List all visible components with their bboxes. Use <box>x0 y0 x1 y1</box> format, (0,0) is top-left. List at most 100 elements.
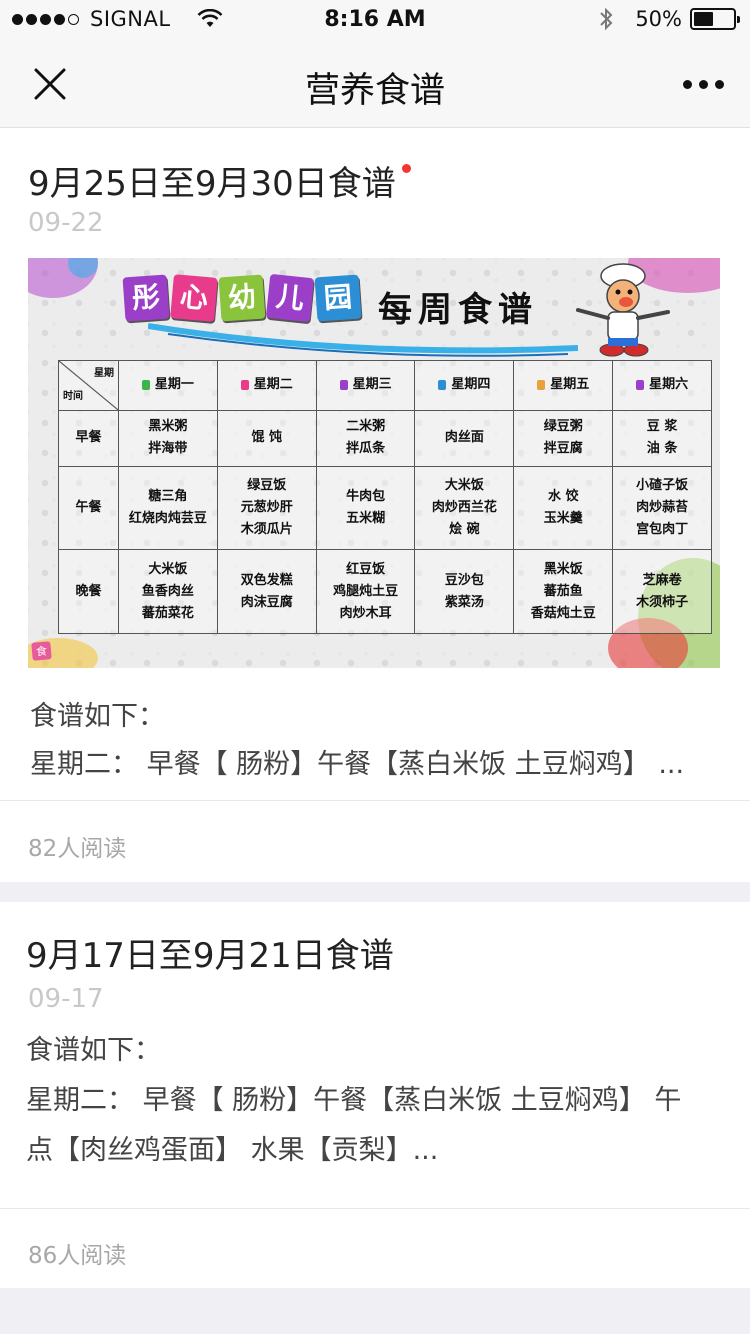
divider <box>0 1208 750 1209</box>
menu-dish: 牛肉包 <box>346 489 386 505</box>
menu-dish: 芝麻卷 <box>642 572 682 588</box>
meal-label: 早餐 <box>58 409 119 467</box>
article-excerpt-line: 星期二： 早餐【 肠粉】午餐【蒸白米饭 土豆焖鸡】 午 <box>26 1085 682 1116</box>
menu-dish: 豆 浆 <box>646 419 678 435</box>
menu-cell: 馄 饨 <box>216 409 317 467</box>
kindergarten-char: 彤 <box>122 274 170 322</box>
meal-row: 早餐 黑米粥 拌海带馄 饨二米粥 拌瓜条 肉丝面 绿豆粥 拌豆腐豆 浆油 条 <box>58 409 712 467</box>
menu-cell: 绿豆粥 拌豆腐 <box>513 409 614 467</box>
menu-cell: 肉丝面 <box>414 409 515 467</box>
menu-dish: 五米糊 <box>346 511 386 527</box>
menu-cell: 豆沙包 紫菜汤 <box>414 549 515 634</box>
menu-cell: 绿豆饭 元葱炒肝 木须瓜片 <box>216 465 317 551</box>
menu-dish: 拌海带 <box>148 441 188 457</box>
menu-dish: 元葱炒肝 <box>240 500 293 516</box>
weekly-menu-table: 星期 时间 星期一 星期二 星期三 星期四 星期五 星期六 早餐 黑米粥 拌海带馄 … <box>58 360 712 634</box>
menu-dish: 肉沫豆腐 <box>240 594 293 610</box>
menu-cell: 黑米粥 拌海带 <box>118 409 218 467</box>
cup-icon <box>141 379 150 390</box>
menu-dish: 红烧肉炖芸豆 <box>128 511 207 527</box>
article-title[interactable]: 9月25日至9月30日食谱 <box>28 156 411 205</box>
menu-cell: 糖三角 红烧肉炖芸豆 <box>118 465 218 551</box>
nav-bar: 营养食谱 <box>0 40 750 128</box>
table-header-row: 星期 时间 星期一 星期二 星期三 星期四 星期五 星期六 <box>58 360 712 411</box>
article-date: 09-17 <box>28 984 104 1014</box>
menu-dish: 烩 碗 <box>449 522 480 538</box>
day-header: 星期一 <box>118 360 218 411</box>
menu-dish: 蕃茄鱼 <box>543 583 583 599</box>
article-card[interactable]: 9月17日至9月21日食谱 09-17 食谱如下： 星期二： 早餐【 肠粉】午餐… <box>0 902 750 1288</box>
chef-mascot-icon <box>576 263 670 357</box>
menu-dish: 木须柿子 <box>636 594 689 610</box>
read-count: 86人阅读 <box>28 1243 127 1269</box>
menu-dish: 肉炒蒜苔 <box>636 500 689 516</box>
unread-dot <box>401 164 411 173</box>
swoosh-decoration <box>148 323 578 357</box>
menu-dish: 二米粥 <box>346 419 386 435</box>
menu-dish: 拌瓜条 <box>346 441 386 457</box>
kindergarten-name: 彤 心 幼 儿 园 <box>122 273 364 323</box>
status-bar: SIGNAL 8:16 AM 50% <box>0 0 750 40</box>
meal-row: 午餐 糖三角 红烧肉炖芸豆 绿豆饭 元葱炒肝 木须瓜片 牛肉包 五米糊 大米饭 肉炒西兰花烩 碗水… <box>58 465 712 551</box>
menu-dish: 油 条 <box>646 441 678 457</box>
kindergarten-char: 幼 <box>218 274 266 322</box>
menu-body: 早餐 黑米粥 拌海带馄 饨二米粥 拌瓜条 肉丝面 绿豆粥 拌豆腐豆 浆油 条午餐 糖三角 红烧肉… <box>58 409 712 634</box>
menu-cell: 芝麻卷 木须柿子 <box>612 549 712 634</box>
menu-cell: 大米饭 肉炒西兰花烩 碗 <box>414 465 515 551</box>
read-count: 82人阅读 <box>28 836 127 862</box>
article-date: 09-22 <box>28 208 104 238</box>
menu-dish: 绿豆粥 <box>543 419 583 435</box>
menu-dish: 肉炒木耳 <box>339 605 392 621</box>
cup-icon <box>636 379 645 390</box>
meal-row: 晚餐 大米饭 鱼香肉丝 蕃茄菜花 双色发糕 肉沫豆腐 红豆饭 鸡腿炖土豆 肉炒木耳 豆沙包 紫菜汤黑… <box>58 549 712 634</box>
menu-dish: 大米饭 <box>444 478 484 494</box>
status-right: 50% <box>599 7 740 31</box>
article-title[interactable]: 9月17日至9月21日食谱 <box>26 928 394 977</box>
menu-dish: 水 饺 <box>547 489 579 505</box>
corner-day-label: 星期 <box>94 368 114 379</box>
menu-cell: 二米粥 拌瓜条 <box>315 409 416 467</box>
menu-dish: 肉丝面 <box>444 430 484 446</box>
menu-dish: 蕃茄菜花 <box>141 605 194 621</box>
article-excerpt-line: 食谱如下： <box>30 701 165 732</box>
menu-cell: 大米饭鱼香肉丝蕃茄菜花 <box>118 549 218 634</box>
menu-cell: 豆 浆油 条 <box>612 409 712 467</box>
menu-dish: 紫菜汤 <box>444 594 484 610</box>
battery-icon <box>690 8 740 30</box>
menu-cell: 小碴子饭 肉炒蒜苔 宫包肉丁 <box>612 465 712 551</box>
kindergarten-char: 儿 <box>265 273 315 323</box>
food-logo: 食 <box>31 641 52 661</box>
menu-cell: 红豆饭鸡腿炖土豆肉炒木耳 <box>315 549 416 634</box>
bluetooth-icon <box>600 7 613 31</box>
menu-dish: 绿豆饭 <box>247 478 287 494</box>
cup-icon <box>339 379 348 390</box>
table-corner-cell: 星期 时间 <box>58 360 119 411</box>
menu-dish: 红豆饭 <box>346 561 386 577</box>
kindergarten-char: 园 <box>314 274 362 322</box>
cup-icon <box>240 379 249 390</box>
article-card[interactable]: 9月25日至9月30日食谱 09-22 彤 心 幼 儿 园 每周食谱 星期 时间… <box>0 128 750 882</box>
meal-label: 晚餐 <box>58 549 119 634</box>
menu-dish: 香菇炖土豆 <box>530 605 596 621</box>
menu-dish: 拌豆腐 <box>543 441 583 457</box>
menu-dish: 鸡腿炖土豆 <box>333 583 399 599</box>
battery-fill <box>694 12 713 26</box>
menu-dish: 鱼香肉丝 <box>141 583 194 599</box>
article-excerpt-line: 星期二： 早餐【 肠粉】午餐【蒸白米饭 土豆焖鸡】 ... <box>30 749 685 780</box>
day-header: 星期六 <box>612 360 712 411</box>
corner-time-label: 时间 <box>63 390 83 402</box>
menu-dish: 玉米羹 <box>543 511 583 527</box>
day-header: 星期四 <box>414 360 515 411</box>
day-header: 星期二 <box>216 360 317 411</box>
more-icon[interactable] <box>676 72 724 96</box>
article-cover-image[interactable]: 彤 心 幼 儿 园 每周食谱 星期 时间 星期一 星期二 星期三 星期四 星期五… <box>28 258 720 668</box>
menu-dish: 双色发糕 <box>240 572 293 588</box>
menu-dish: 小碴子饭 <box>636 478 689 494</box>
menu-dish: 大米饭 <box>148 561 188 577</box>
menu-cell: 牛肉包 五米糊 <box>315 465 416 551</box>
divider <box>0 800 750 801</box>
cup-icon <box>438 379 447 390</box>
day-header: 星期三 <box>315 360 416 411</box>
menu-dish: 豆沙包 <box>444 572 484 588</box>
cup-icon <box>537 379 546 390</box>
